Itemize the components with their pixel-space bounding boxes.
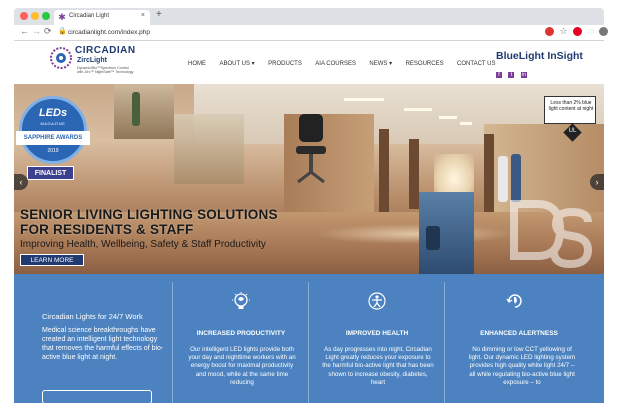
nav-contact-us[interactable]: CONTACT US: [457, 61, 495, 67]
hero-photo-inset: [174, 114, 244, 184]
feature-title: INCREASED PRODUCTIVITY: [196, 330, 286, 337]
nav-aia-courses[interactable]: AIA COURSES: [315, 61, 356, 67]
finalist-label: FINALIST: [27, 166, 74, 180]
feature-intro: Circadian Lights for 24/7 Work Medical s…: [14, 274, 172, 403]
ul-mark-text: UL: [568, 128, 577, 134]
logo-name: CIRCADIAN: [75, 45, 136, 56]
badge-magazine: MAGAZINE: [40, 121, 66, 126]
main-nav: HOME ABOUT US ▾ PRODUCTS AIA COURSES NEW…: [188, 52, 504, 67]
badge-title: LEDs: [38, 107, 68, 119]
new-tab-icon[interactable]: +: [156, 9, 162, 20]
callout-text: Less than 2% blue light content at night: [548, 100, 594, 112]
logo-subtitle: ZircLight: [77, 57, 107, 64]
extensions-puzzle-icon[interactable]: ◌: [587, 27, 596, 36]
feature-divider: [172, 282, 173, 403]
extension-icon[interactable]: [545, 27, 554, 36]
feature-title: IMPROVED HEALTH: [345, 330, 409, 337]
ceiling-light: [344, 98, 384, 101]
feature-intro-button[interactable]: [42, 390, 152, 403]
feature-intro-title: Circadian Lights for 24/7 Work: [42, 312, 143, 321]
leds-magazine-award-badge: LEDs MAGAZINE SAPPHIRE AWARDS 2019: [16, 96, 90, 164]
slider-prev-arrow-icon[interactable]: ‹: [14, 174, 28, 190]
twitter-icon[interactable]: t: [508, 72, 515, 78]
feature-body: No dimming or low CCT yellowing of light…: [468, 346, 576, 386]
reload-icon[interactable]: ⟳: [44, 26, 52, 37]
window-maximize-dot[interactable]: [42, 12, 50, 20]
window-close-dot[interactable]: [20, 12, 28, 20]
health-figure-icon: [368, 292, 386, 310]
ds-watermark-icon: [510, 200, 593, 269]
features-section: Circadian Lights for 24/7 Work Medical s…: [14, 274, 604, 403]
nav-about-us[interactable]: ABOUT US ▾: [219, 60, 254, 67]
bookmark-star-icon[interactable]: ☆: [559, 27, 568, 36]
circadian-logo-icon: [50, 47, 72, 69]
site-header: CIRCADIAN ZircLight Dynamic/Bio™Spectrum…: [14, 41, 604, 84]
social-links: f t in: [496, 63, 529, 81]
profile-avatar-icon[interactable]: [599, 27, 608, 36]
feature-productivity: INCREASED PRODUCTIVITY Our intelligent L…: [174, 274, 308, 403]
url-input[interactable]: 🔒 circadianlight.com/index.php: [58, 27, 528, 39]
blue-light-callout: Less than 2% blue light content at night: [544, 96, 596, 124]
slider-next-arrow-icon[interactable]: ›: [590, 174, 604, 190]
browser-tab[interactable]: ✱ Circadian Light ×: [54, 10, 150, 25]
lightbulb-brain-icon: [232, 292, 250, 309]
address-bar-row: ← → ⟳ 🔒 circadianlight.com/index.php ☆ ◌: [14, 25, 608, 41]
nav-home[interactable]: HOME: [188, 61, 206, 67]
window-minimize-dot[interactable]: [31, 12, 39, 20]
facebook-icon[interactable]: f: [496, 72, 502, 78]
feature-body: As day progresses into night, Circadian …: [322, 346, 434, 386]
nav-resources[interactable]: RESOURCES: [406, 61, 444, 67]
url-text: circadianlight.com/index.php: [68, 29, 151, 36]
linkedin-icon[interactable]: in: [520, 72, 527, 78]
ceiling-light: [404, 108, 432, 111]
feature-title: ENHANCED ALERTNESS: [480, 330, 558, 337]
browser-tab-bar: ✱ Circadian Light × +: [14, 8, 604, 25]
feature-intro-body: Medical science breakthroughs have creat…: [42, 327, 164, 361]
hero-subtitle: Improving Health, Wellbeing, Safety & St…: [20, 239, 266, 250]
hero-photo-floor-shine: [314, 224, 514, 244]
learn-more-button[interactable]: LEARN MORE: [20, 254, 84, 266]
resident-figure-image: [426, 226, 440, 250]
ceiling-light: [460, 122, 472, 125]
favicon-icon: ✱: [58, 12, 66, 22]
hero-slider: LEDs MAGAZINE SAPPHIRE AWARDS 2019 FINAL…: [14, 84, 604, 274]
hero-photo-door: [484, 134, 494, 212]
site-logo[interactable]: CIRCADIAN ZircLight Dynamic/Bio™Spectrum…: [49, 44, 159, 80]
feature-divider: [444, 282, 445, 403]
badge-year: 2019: [47, 148, 59, 154]
bluelight-insight-logo[interactable]: BlueLight InSight: [496, 50, 583, 62]
tab-title: Circadian Light: [69, 13, 110, 19]
nav-news[interactable]: NEWS ▾: [369, 60, 392, 67]
hero-photo-inset: [114, 84, 174, 139]
lock-icon: 🔒: [58, 28, 67, 35]
feature-health: IMPROVED HEALTH As day progresses into n…: [310, 274, 444, 403]
tab-close-icon[interactable]: ×: [141, 12, 145, 19]
back-arrow-icon[interactable]: ←: [20, 26, 29, 36]
pinterest-extension-icon[interactable]: [573, 27, 582, 36]
feature-alertness: ENHANCED ALERTNESS No dimming or low CCT…: [446, 274, 604, 403]
office-chair-image: [296, 114, 326, 184]
logo-tagline: with Zirc™ NightSafe™ Technology: [77, 70, 134, 74]
alert-refresh-icon: [506, 294, 522, 308]
forward-arrow-icon[interactable]: →: [32, 26, 41, 36]
badge-band: SAPPHIRE AWARDS: [16, 131, 90, 145]
hero-title: SENIOR LIVING LIGHTING SOLUTIONS: [20, 207, 278, 222]
ceiling-light: [439, 116, 457, 119]
hero-title: FOR RESIDENTS & STAFF: [20, 222, 194, 237]
staff-figure-image: [132, 92, 140, 126]
hero-photo-door: [409, 139, 419, 209]
nav-products[interactable]: PRODUCTS: [268, 61, 302, 67]
hero-photo-door: [379, 129, 389, 214]
feature-divider: [308, 282, 309, 403]
feature-body: Our intelligent LED lights provide both …: [188, 346, 296, 386]
